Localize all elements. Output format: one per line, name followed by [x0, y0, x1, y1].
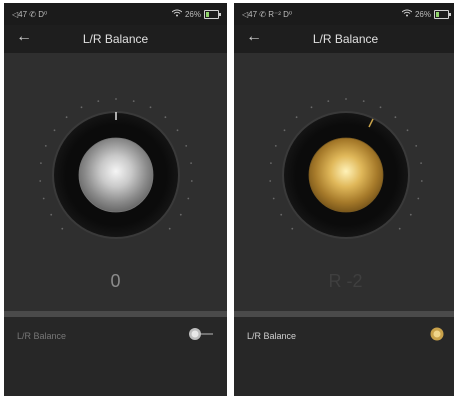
- scale-dot: [280, 213, 283, 216]
- battery-icon: [204, 9, 221, 19]
- phone-screen-right: ◁47 ✆ R⁻² D⁰ 26% ← L/R Balance R -2 L/R …: [234, 3, 454, 396]
- battery-percent: 26%: [414, 9, 431, 19]
- scale-dot: [274, 145, 277, 147]
- balance-toggle-label: L/R Balance: [17, 331, 67, 341]
- scale-dot: [420, 162, 422, 164]
- scale-dot: [283, 129, 286, 132]
- knob-cap-silver: [78, 137, 154, 213]
- scale-dot: [295, 116, 298, 119]
- scale-dot: [39, 180, 42, 182]
- status-left-text: ◁47 ✆ D⁰: [12, 9, 48, 19]
- scale-dot: [53, 129, 56, 132]
- scale-dot: [65, 116, 68, 119]
- settings-section: L/R Balance: [234, 317, 454, 396]
- scale-dot: [97, 100, 100, 102]
- scale-dot: [190, 162, 193, 164]
- app-header: ← L/R Balance: [4, 25, 227, 53]
- scale-dot: [394, 116, 397, 119]
- page-title: L/R Balance: [82, 32, 149, 46]
- scale-dot: [149, 106, 152, 109]
- scale-dot: [132, 100, 135, 102]
- scale-dot: [417, 197, 420, 200]
- balance-value: 0: [110, 271, 121, 291]
- scale-dot: [115, 98, 117, 100]
- scale-dot: [291, 227, 294, 230]
- balance-toggle-switch[interactable]: [188, 327, 214, 341]
- scale-dot: [269, 180, 272, 182]
- scale-dot: [187, 197, 190, 200]
- scale-dot: [398, 227, 401, 230]
- status-bar: ◁47 ✆ R⁻² D⁰ 26%: [234, 3, 454, 25]
- battery-icon: [434, 9, 451, 19]
- scale-dot: [185, 145, 188, 147]
- balance-panel: R -2: [234, 53, 454, 311]
- scale-dot: [272, 197, 275, 200]
- scale-dot: [61, 227, 64, 230]
- page-title: L/R Balance: [312, 32, 379, 46]
- balance-value: R -2: [328, 271, 363, 291]
- scale-dot: [379, 106, 382, 109]
- scale-dot: [406, 129, 409, 132]
- scale-dot: [164, 116, 167, 119]
- scale-dot: [415, 145, 418, 147]
- status-left-text: ◁47 ✆ R⁻² D⁰: [242, 9, 293, 19]
- scale-dot: [50, 213, 53, 216]
- balance-toggle-switch[interactable]: [424, 327, 450, 341]
- balance-toggle-label: L/R Balance: [247, 331, 297, 341]
- scale-dot: [310, 106, 313, 109]
- scale-dot: [270, 162, 272, 164]
- app-header: ← L/R Balance: [234, 25, 454, 53]
- status-bar: ◁47 ✆ D⁰ 26%: [4, 3, 227, 25]
- scale-dot: [168, 227, 171, 230]
- scale-dot: [176, 129, 179, 132]
- wifi-icon: [401, 9, 413, 19]
- phone-screen-left: ◁47 ✆ D⁰ 26% ← L/R Balance 0 L/R Balance: [4, 3, 227, 396]
- scale-dot: [190, 180, 193, 182]
- scale-dot: [179, 213, 182, 216]
- scale-dot: [40, 162, 42, 164]
- wifi-icon: [171, 9, 183, 19]
- scale-dot: [80, 106, 83, 109]
- balance-panel: 0: [4, 53, 227, 311]
- knob-cap-gold: [308, 137, 384, 213]
- scale-dot: [362, 100, 365, 102]
- scale-dot: [409, 213, 412, 216]
- battery-percent: 26%: [184, 9, 201, 19]
- scale-dot: [420, 180, 423, 182]
- scale-dot: [345, 98, 347, 100]
- scale-dot: [44, 145, 47, 147]
- scale-dot: [327, 100, 330, 102]
- settings-section: L/R Balance: [4, 317, 227, 396]
- scale-dot: [42, 197, 45, 200]
